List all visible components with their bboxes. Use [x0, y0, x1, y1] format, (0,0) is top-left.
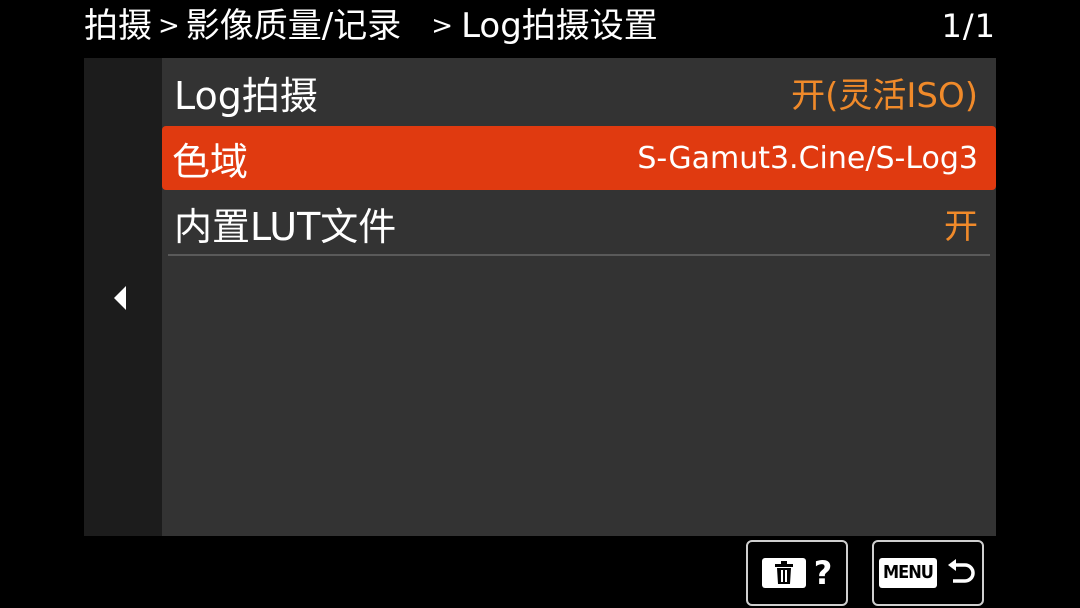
menu-item-label: 色域 — [172, 139, 249, 184]
category-side-panel — [84, 58, 162, 536]
menu-list: Log拍摄 开(灵活ISO) 色域 S-Gamut3.Cine/S-Log3 内… — [162, 58, 996, 536]
help-icon: ? — [813, 554, 833, 592]
menu-label: MENU — [879, 558, 937, 588]
breadcrumb-item-image-quality[interactable]: 影像质量/记录 — [186, 0, 401, 52]
breadcrumb-item-shooting[interactable]: 拍摄 — [84, 0, 152, 52]
menu-back-button[interactable]: MENU — [872, 540, 984, 606]
delete-help-button[interactable]: ? — [746, 540, 848, 606]
left-arrow-icon[interactable] — [114, 286, 126, 310]
header-bar: 拍摄 > 影像质量/记录 > Log拍摄设置 1/1 — [84, 0, 996, 52]
page-indicator: 1/1 — [941, 7, 996, 45]
menu-item-label: 内置LUT文件 — [174, 204, 397, 249]
page-title: Log拍摄设置 — [461, 6, 658, 46]
return-arrow-icon — [947, 559, 975, 583]
menu-item-label: Log拍摄 — [174, 73, 318, 118]
menu-item-value: S-Gamut3.Cine/S-Log3 — [637, 140, 978, 176]
breadcrumb-separator: > — [158, 11, 180, 41]
menu-item-value: 开(灵活ISO) — [791, 75, 978, 116]
breadcrumb-separator: > — [431, 11, 454, 41]
menu-item-embedded-lut[interactable]: 内置LUT文件 开 — [168, 192, 990, 256]
menu-item-log-shooting[interactable]: Log拍摄 开(灵活ISO) — [168, 60, 990, 124]
trash-icon — [761, 558, 806, 588]
menu-item-color-gamut[interactable]: 色域 S-Gamut3.Cine/S-Log3 — [162, 126, 996, 190]
menu-item-value: 开 — [944, 206, 978, 247]
